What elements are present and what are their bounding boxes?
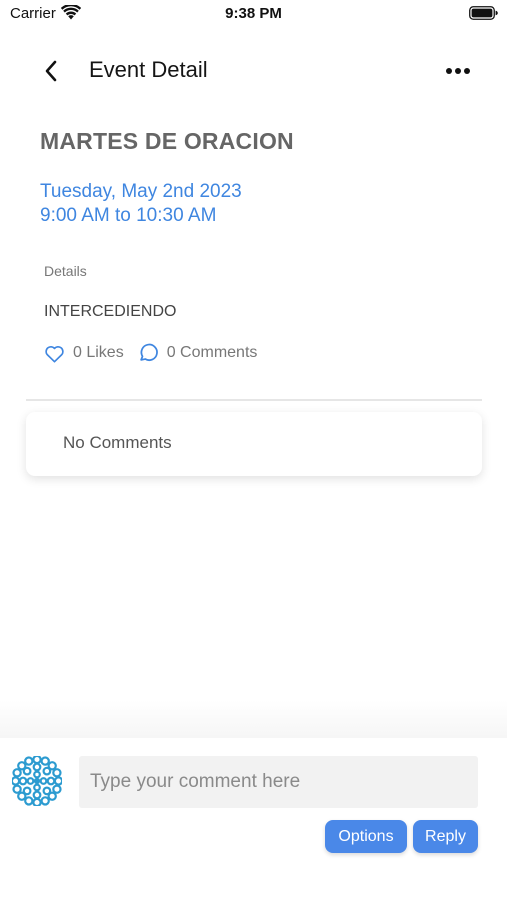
comments-card: No Comments <box>26 412 482 476</box>
details-label: Details <box>44 263 87 279</box>
event-date: Tuesday, May 2nd 2023 <box>40 181 242 202</box>
navigation-bar: Event Detail <box>0 48 507 94</box>
heart-outline-icon <box>45 345 64 363</box>
flower-avatar-icon <box>12 756 62 806</box>
reactions-row: 0 Likes 0 Comments <box>44 341 257 365</box>
event-time-range: 9:00 AM to 10:30 AM <box>40 205 217 226</box>
more-options-button[interactable] <box>435 58 481 84</box>
comments-count: 0 Comments <box>166 344 258 361</box>
speech-bubble-icon <box>139 343 158 361</box>
clock-label: 9:38 PM <box>225 5 282 22</box>
empty-comments-message: No Comments <box>63 433 172 452</box>
ellipsis-horizontal-icon <box>446 68 470 74</box>
reply-button[interactable]: Reply <box>413 820 478 853</box>
comment-input[interactable] <box>79 756 478 808</box>
options-button[interactable]: Options <box>325 820 407 853</box>
status-bar: Carrier 9:38 PM <box>0 0 507 30</box>
back-button[interactable] <box>34 56 68 86</box>
comments-button[interactable]: 0 Comments <box>137 342 258 364</box>
battery-icon <box>469 6 498 20</box>
composer-shadow <box>0 700 507 740</box>
section-divider <box>26 399 482 401</box>
likes-count: 0 Likes <box>73 344 124 361</box>
chevron-left-icon <box>45 60 57 82</box>
page-title: Event Detail <box>89 57 208 82</box>
details-text: INTERCEDIENDO <box>44 303 177 320</box>
like-button[interactable]: 0 Likes <box>44 344 124 363</box>
event-title: MARTES DE ORACION <box>40 128 294 154</box>
comment-composer: Options Reply <box>0 738 507 900</box>
